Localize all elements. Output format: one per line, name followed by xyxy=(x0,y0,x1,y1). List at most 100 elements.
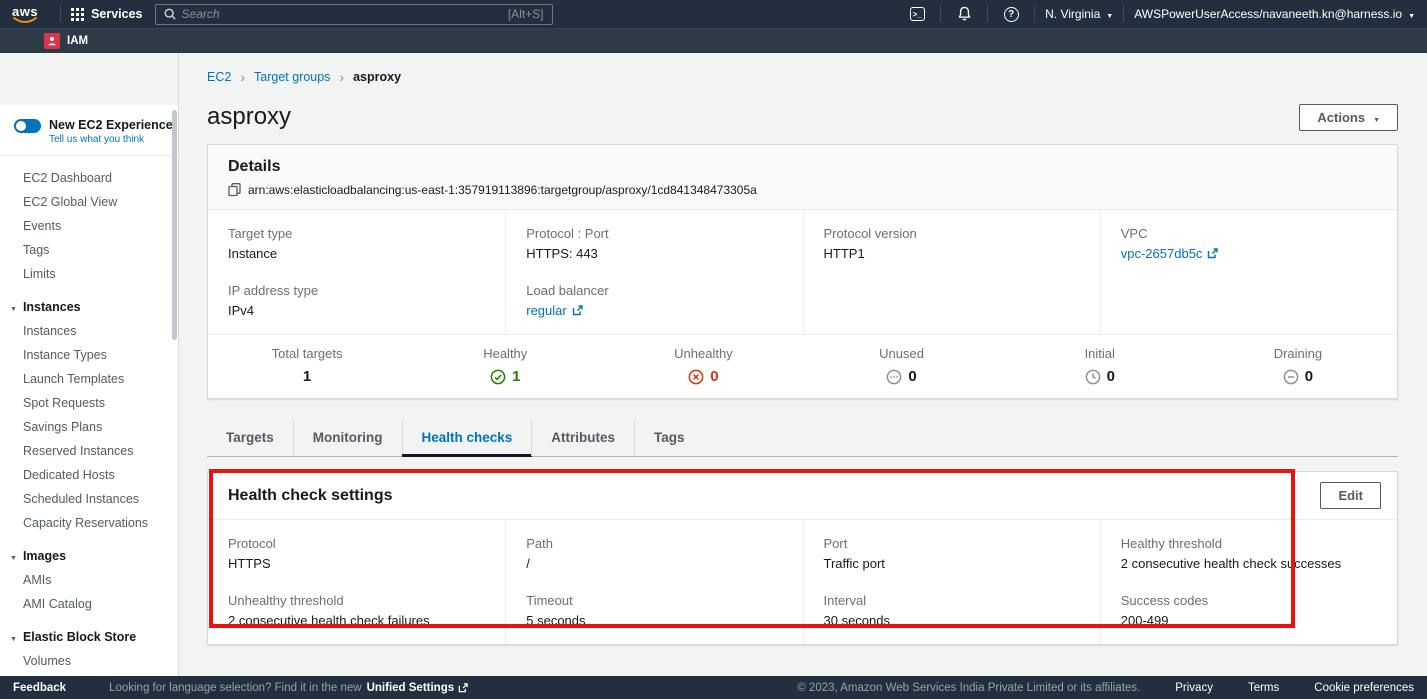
sidebar-item-ec2-global-view[interactable]: EC2 Global View xyxy=(0,190,178,214)
tab-tags[interactable]: Tags xyxy=(634,420,704,456)
health-check-header: Health check settings Edit xyxy=(208,472,1397,520)
aws-smile-icon xyxy=(13,17,37,23)
stat-healthy: Healthy 1 xyxy=(406,346,604,385)
details-fields: Target type Instance IP address type IPv… xyxy=(208,210,1397,334)
field-success-codes: Success codes 200-499 xyxy=(1121,593,1377,628)
field-ip-address-type: IP address type IPv4 xyxy=(228,283,485,318)
sidebar-scrollbar[interactable] xyxy=(172,110,177,340)
unified-settings-link[interactable]: Unified Settings xyxy=(367,682,469,694)
check-circle-icon xyxy=(490,369,506,385)
cookie-preferences-link[interactable]: Cookie preferences xyxy=(1314,682,1414,694)
clock-circle-icon xyxy=(1085,369,1101,385)
divider xyxy=(940,6,941,22)
health-check-settings-panel: Health check settings Edit Protocol HTTP… xyxy=(207,471,1398,645)
breadcrumb-ec2[interactable]: EC2 xyxy=(207,70,231,84)
section-label: Instances xyxy=(23,300,81,314)
chevron-down-icon xyxy=(1373,110,1380,125)
sidebar-item-savings-plans[interactable]: Savings Plans xyxy=(0,415,178,439)
divider xyxy=(1123,6,1124,22)
section-label: Images xyxy=(23,549,66,563)
search-icon xyxy=(164,8,176,20)
search-shortcut-hint: [Alt+S] xyxy=(508,7,544,21)
vpc-link[interactable]: vpc-2657db5c xyxy=(1121,246,1219,261)
sidebar-panel: New EC2 Experience Tell us what you thin… xyxy=(0,105,178,676)
edit-button[interactable]: Edit xyxy=(1320,482,1381,509)
sidebar: New EC2 Experience Tell us what you thin… xyxy=(0,53,179,676)
external-link-icon xyxy=(572,305,583,316)
sidebar-item-amis[interactable]: AMIs xyxy=(0,568,178,592)
sidebar-item-spot-requests[interactable]: Spot Requests xyxy=(0,391,178,415)
terms-link[interactable]: Terms xyxy=(1248,682,1279,694)
sidebar-item-tags[interactable]: Tags xyxy=(0,238,178,262)
chevron-down-icon xyxy=(1106,7,1113,21)
sidebar-item-launch-templates[interactable]: Launch Templates xyxy=(0,367,178,391)
sidebar-item-dedicated-hosts[interactable]: Dedicated Hosts xyxy=(0,463,178,487)
x-circle-icon xyxy=(688,369,704,385)
aws-logo[interactable]: aws xyxy=(12,6,38,23)
load-balancer-link[interactable]: regular xyxy=(526,303,582,318)
sidebar-item-instances[interactable]: Instances xyxy=(0,319,178,343)
sidebar-item-events[interactable]: Events xyxy=(0,214,178,238)
feedback-link[interactable]: Feedback xyxy=(13,682,66,694)
breadcrumb-current: asproxy xyxy=(353,70,401,84)
aws-logo-text: aws xyxy=(12,6,38,17)
copy-icon[interactable] xyxy=(228,183,241,197)
detail-tabs: Targets Monitoring Health checks Attribu… xyxy=(207,420,1398,457)
tell-us-link[interactable]: Tell us what you think xyxy=(49,134,173,145)
stat-total-targets: Total targets 1 xyxy=(208,346,406,385)
sidebar-item-volumes[interactable]: Volumes xyxy=(0,649,178,673)
field-vpc: VPC vpc-2657db5c xyxy=(1121,226,1377,261)
region-selector[interactable]: N. Virginia xyxy=(1045,7,1113,21)
chevron-right-icon xyxy=(339,69,344,85)
sidebar-item-instance-types[interactable]: Instance Types xyxy=(0,343,178,367)
account-label: AWSPowerUserAccess/navaneeth.kn@harness.… xyxy=(1134,7,1402,21)
stat-unhealthy: Unhealthy 0 xyxy=(604,346,802,385)
sidebar-item-scheduled-instances[interactable]: Scheduled Instances xyxy=(0,487,178,511)
field-port: Port Traffic port xyxy=(824,536,1080,571)
sidebar-section-ebs[interactable]: Elastic Block Store xyxy=(0,625,178,649)
section-label: Elastic Block Store xyxy=(23,630,136,644)
sidebar-item-limits[interactable]: Limits xyxy=(0,262,178,286)
sidebar-item-ec2-dashboard[interactable]: EC2 Dashboard xyxy=(0,166,178,190)
actions-button[interactable]: Actions xyxy=(1299,104,1398,131)
new-experience-toggle[interactable] xyxy=(14,119,41,133)
external-link-icon xyxy=(1207,248,1218,259)
sidebar-item-capacity-reservations[interactable]: Capacity Reservations xyxy=(0,511,178,535)
breadcrumb-target-groups[interactable]: Target groups xyxy=(254,70,330,84)
tab-monitoring[interactable]: Monitoring xyxy=(293,420,402,456)
help-button[interactable] xyxy=(998,3,1024,25)
sidebar-section-instances[interactable]: Instances xyxy=(0,295,178,319)
tab-health-checks[interactable]: Health checks xyxy=(402,420,532,456)
sidebar-section-images[interactable]: Images xyxy=(0,544,178,568)
notifications-button[interactable] xyxy=(951,3,977,25)
tab-targets[interactable]: Targets xyxy=(207,420,293,456)
sidebar-item-reserved-instances[interactable]: Reserved Instances xyxy=(0,439,178,463)
question-mark-icon xyxy=(1004,7,1019,22)
field-timeout: Timeout 5 seconds xyxy=(526,593,782,628)
cloudshell-button[interactable] xyxy=(904,3,930,25)
terminal-icon xyxy=(910,7,925,21)
favorite-iam-label: IAM xyxy=(67,35,88,47)
health-check-fields: Protocol HTTPS Unhealthy threshold 2 con… xyxy=(208,520,1397,644)
field-unhealthy-threshold: Unhealthy threshold 2 consecutive health… xyxy=(228,593,485,628)
services-menu-button[interactable]: Services xyxy=(71,7,142,21)
privacy-link[interactable]: Privacy xyxy=(1175,682,1213,694)
field-target-type: Target type Instance xyxy=(228,226,485,261)
dots-circle-icon xyxy=(886,369,902,385)
top-navigation-bar: aws Services [Alt+S] N. Virginia AWSPowe… xyxy=(0,0,1427,28)
target-stats: Total targets 1 Healthy 1 Unhealthy 0 Un… xyxy=(208,334,1397,398)
field-load-balancer: Load balancer regular xyxy=(526,283,782,318)
field-protocol-port: Protocol : Port HTTPS: 443 xyxy=(526,226,782,261)
actions-label: Actions xyxy=(1317,110,1365,125)
tab-attributes[interactable]: Attributes xyxy=(531,420,634,456)
search-input[interactable] xyxy=(182,7,502,21)
favorite-iam-link[interactable]: IAM xyxy=(44,33,88,49)
external-link-icon xyxy=(458,683,468,693)
chevron-down-icon xyxy=(10,549,17,563)
sidebar-item-ami-catalog[interactable]: AMI Catalog xyxy=(0,592,178,616)
account-menu[interactable]: AWSPowerUserAccess/navaneeth.kn@harness.… xyxy=(1134,7,1415,21)
language-selection-text: Looking for language selection? Find it … xyxy=(109,682,362,694)
favorites-bar: IAM xyxy=(0,28,1427,53)
stat-unused: Unused 0 xyxy=(803,346,1001,385)
global-search[interactable]: [Alt+S] xyxy=(155,4,553,25)
